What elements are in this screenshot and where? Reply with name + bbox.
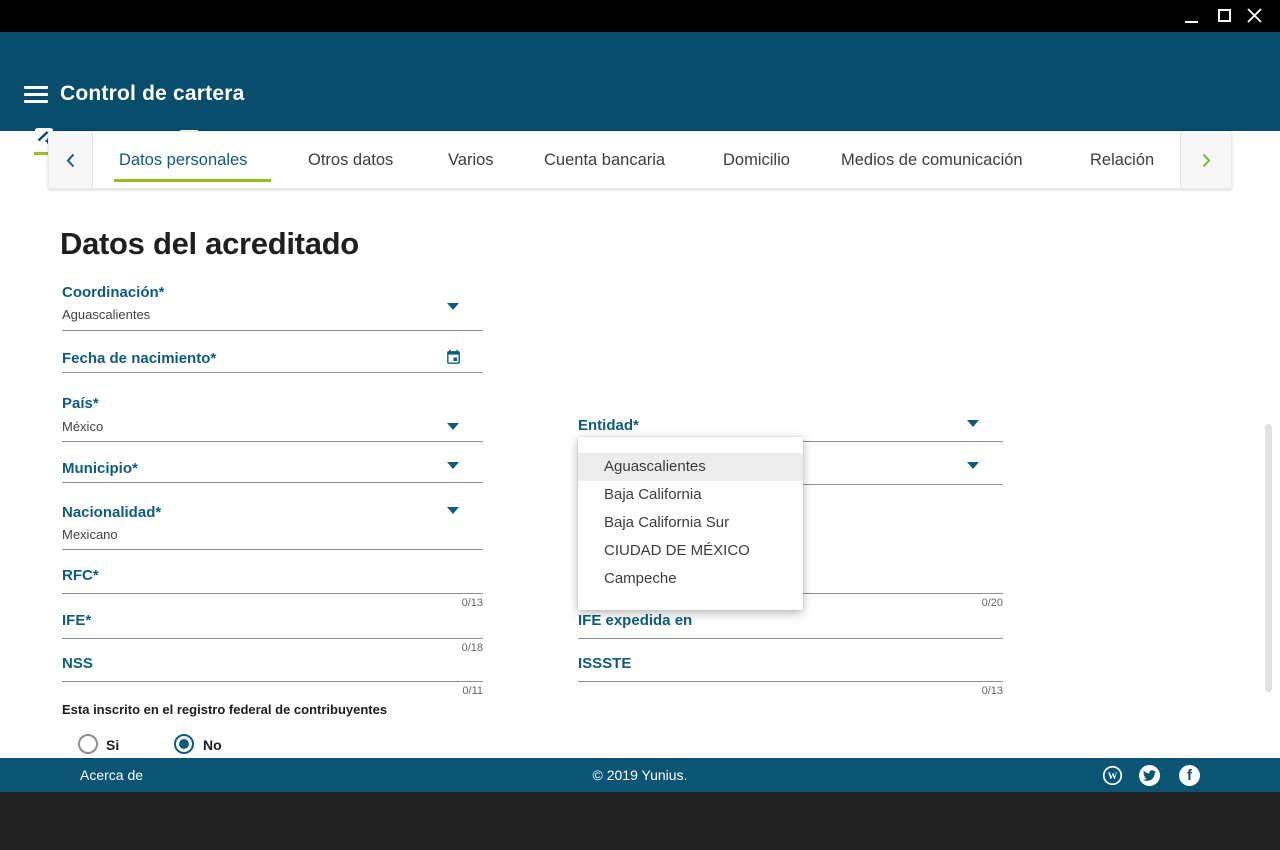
- ife-expedida-label: IFE expedida en: [578, 612, 692, 629]
- menu-icon[interactable]: [24, 86, 48, 103]
- tab-cuenta-bancaria[interactable]: Cuenta bancaria: [544, 151, 665, 170]
- hidden-select-dropdown-icon[interactable]: [967, 462, 979, 469]
- radio-si-label: Si: [106, 737, 119, 753]
- ife-expedida-input[interactable]: [578, 638, 1003, 639]
- active-tab-underline: [114, 179, 271, 182]
- copyright-text: © 2019 Yunius.: [0, 767, 1280, 783]
- tab-relacion[interactable]: Relación: [1090, 151, 1154, 170]
- nss-input[interactable]: [62, 681, 483, 682]
- close-icon[interactable]: [1247, 8, 1262, 23]
- radio-no[interactable]: [174, 734, 194, 754]
- radio-si[interactable]: [78, 734, 98, 754]
- maximize-icon[interactable]: [1218, 9, 1231, 22]
- minimize-icon[interactable]: [1185, 21, 1198, 23]
- facebook-icon[interactable]: f: [1179, 765, 1200, 786]
- fecha-nacimiento-underline: [62, 372, 483, 373]
- ife-counter: 0/18: [423, 642, 483, 654]
- issste-counter: 0/13: [943, 685, 1003, 697]
- page-title: Datos del acreditado: [60, 226, 359, 262]
- ife-label: IFE*: [62, 612, 91, 629]
- dropdown-option[interactable]: Baja California: [578, 481, 803, 509]
- pais-label: País*: [62, 395, 99, 412]
- rfc-counter: 0/13: [423, 597, 483, 609]
- wordpress-icon[interactable]: W: [1102, 765, 1123, 786]
- tab-medios-comunicacion[interactable]: Medios de comunicación: [841, 151, 1023, 170]
- app-header: Control de cartera Operación Reportes: [0, 32, 1280, 131]
- tab-strip: Datos personales Otros datos Varios Cuen…: [48, 131, 1232, 189]
- taskbar: G 12:32 PM: [0, 792, 1280, 850]
- scrollbar-thumb[interactable]: [1265, 424, 1272, 692]
- pais-underline: [62, 441, 483, 442]
- municipio-label: Municipio*: [62, 460, 138, 477]
- tabs-scroll-left-button[interactable]: [49, 132, 93, 188]
- entidad-dropdown-menu: Aguascalientes Baja California Baja Cali…: [578, 437, 803, 610]
- coordinacion-label: Coordinación*: [62, 284, 165, 301]
- tab-varios[interactable]: Varios: [448, 151, 494, 170]
- dropdown-option[interactable]: CIUDAD DE MÉXICO: [578, 537, 803, 565]
- ife-input[interactable]: [62, 638, 483, 639]
- nacionalidad-value[interactable]: Mexicano: [62, 527, 118, 542]
- hidden-text-counter: 0/20: [943, 597, 1003, 609]
- svg-text:W: W: [1108, 771, 1118, 782]
- dropdown-option[interactable]: Baja California Sur: [578, 509, 803, 537]
- tab-datos-personales[interactable]: Datos personales: [119, 151, 247, 170]
- calendar-icon[interactable]: [445, 349, 462, 366]
- tabs-scroll-right-button[interactable]: [1180, 132, 1231, 188]
- registro-question: Esta inscrito en el registro federal de …: [62, 702, 387, 717]
- twitter-icon[interactable]: [1139, 765, 1160, 786]
- radio-no-label: No: [203, 737, 222, 753]
- municipio-dropdown-icon[interactable]: [447, 462, 459, 469]
- nacionalidad-underline: [62, 549, 483, 550]
- window-title-bar: [0, 0, 1280, 32]
- entidad-dropdown-icon[interactable]: [967, 420, 979, 427]
- rfc-input[interactable]: [62, 593, 483, 594]
- chevron-right-icon: [1202, 153, 1211, 168]
- rfc-label: RFC*: [62, 567, 99, 584]
- issste-label: ISSSTE: [578, 655, 631, 672]
- fecha-nacimiento-label: Fecha de nacimiento*: [62, 350, 216, 367]
- nacionalidad-label: Nacionalidad*: [62, 504, 161, 521]
- tab-domicilio[interactable]: Domicilio: [723, 151, 790, 170]
- app-title: Control de cartera: [60, 82, 244, 106]
- issste-input[interactable]: [578, 681, 1003, 682]
- dropdown-option[interactable]: Campeche: [578, 565, 803, 593]
- chevron-left-icon: [66, 153, 75, 168]
- pais-value[interactable]: México: [62, 419, 103, 434]
- nss-counter: 0/11: [423, 685, 483, 697]
- pais-dropdown-icon[interactable]: [447, 423, 459, 430]
- entidad-label: Entidad*: [578, 417, 639, 434]
- nss-label: NSS: [62, 655, 93, 672]
- footer: Acerca de © 2019 Yunius. W f: [0, 758, 1280, 792]
- coordinacion-value[interactable]: Aguascalientes: [62, 307, 150, 322]
- dropdown-option[interactable]: Aguascalientes: [578, 453, 803, 481]
- coordinacion-underline: [62, 330, 483, 331]
- tab-otros-datos[interactable]: Otros datos: [308, 151, 393, 170]
- nacionalidad-dropdown-icon[interactable]: [447, 507, 459, 514]
- municipio-underline: [62, 482, 483, 483]
- coordinacion-dropdown-icon[interactable]: [447, 303, 459, 310]
- screen: Control de cartera Operación Reportes: [0, 0, 1280, 850]
